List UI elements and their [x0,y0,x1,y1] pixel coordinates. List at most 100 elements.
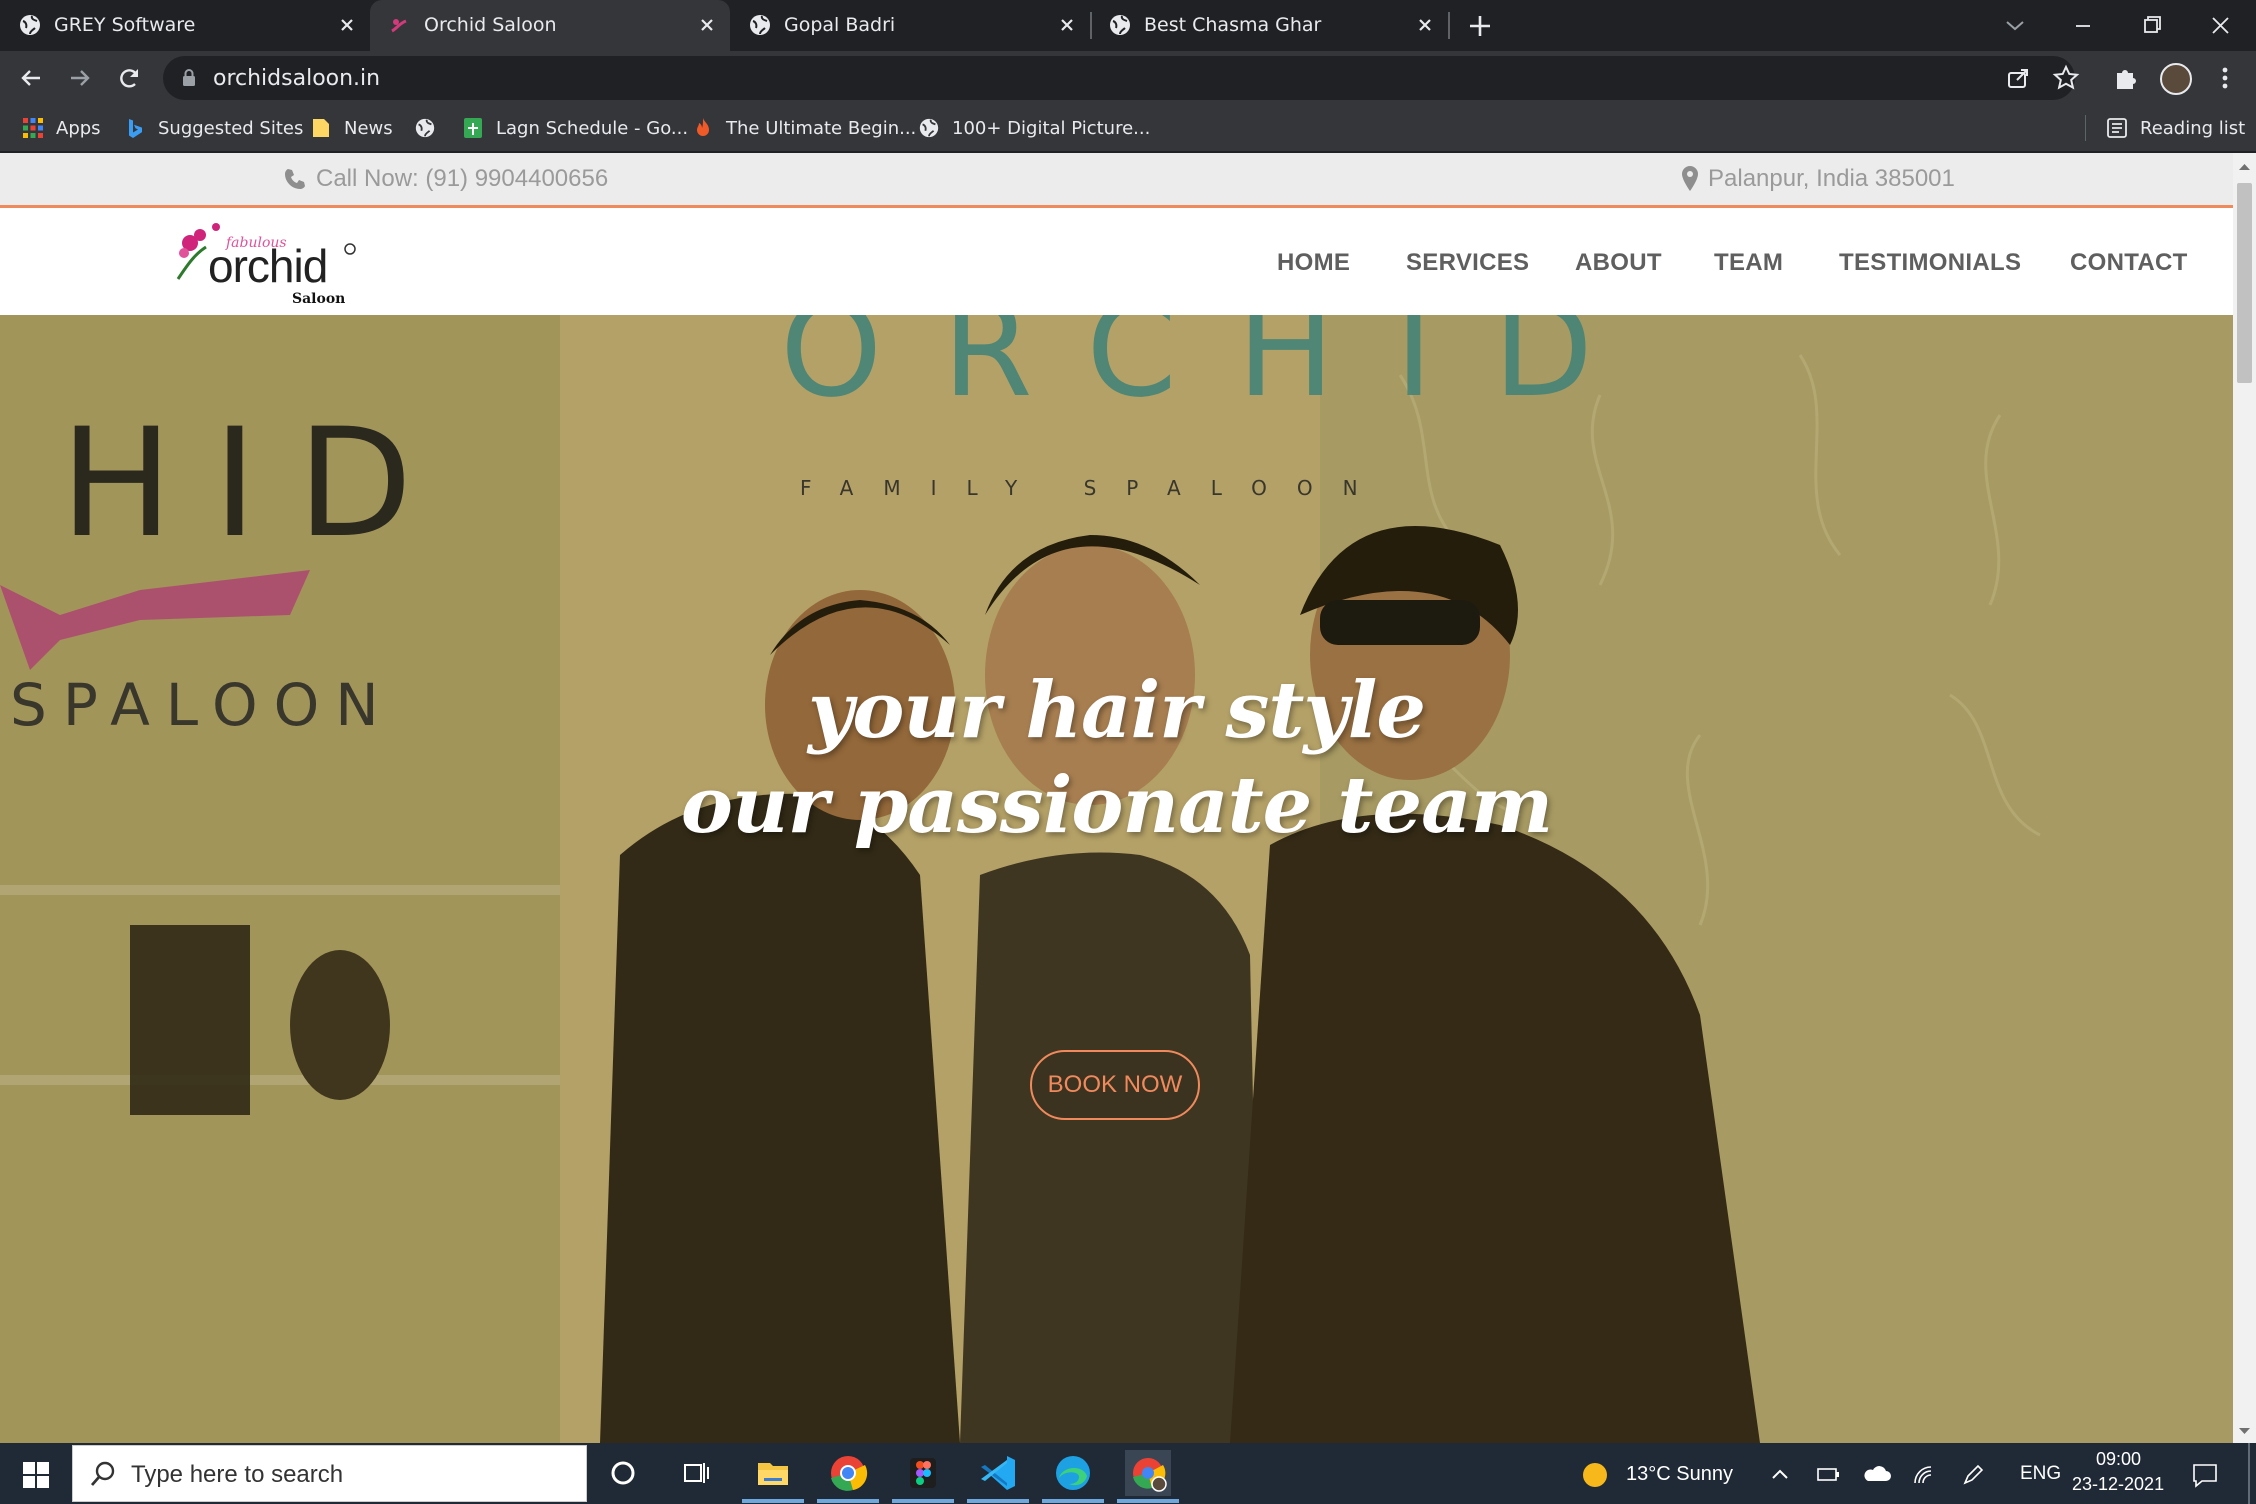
extensions-puzzle-icon[interactable] [2111,63,2141,93]
clock-date[interactable]: 23-12-2021 [2072,1474,2164,1495]
close-window-icon[interactable] [2200,8,2240,44]
bookmark-suggested-sites[interactable]: Suggested Sites [124,113,303,143]
bookmarks-bar: Apps Suggested Sites News Lagn Schedule … [0,105,2256,152]
restore-icon[interactable] [2132,8,2172,44]
browser-toolbar: orchidsaloon.in [0,51,2256,105]
hero-headline-line1: your hair style [808,665,1426,756]
tab-title: GREY Software [54,14,196,36]
globe-icon [1110,15,1130,35]
globe-icon [20,15,40,35]
cortana-icon[interactable] [600,1450,646,1496]
logo-orchid: orchid [208,240,328,292]
page-scrollbar[interactable] [2233,153,2256,1443]
reload-icon[interactable] [114,63,144,93]
bookmark-label: Suggested Sites [158,117,304,139]
scroll-up-arrow-icon[interactable] [2233,159,2256,175]
tab-best-chasma-ghar[interactable]: Best Chasma Ghar [1090,0,1448,51]
chrome-icon[interactable] [817,1450,879,1503]
location-text: Palanpur, India 385001 [1708,165,1955,192]
lock-icon[interactable] [181,68,197,88]
vscode-icon[interactable] [967,1450,1029,1503]
wifi-icon[interactable] [1912,1463,1938,1487]
pen-icon[interactable] [1960,1463,1986,1487]
tab-grey-software[interactable]: GREY Software [0,0,370,51]
taskbar-search-box[interactable]: Type here to search [72,1445,587,1502]
close-icon[interactable] [1412,12,1438,38]
address-bar[interactable]: orchidsaloon.in [163,56,2080,100]
back-arrow-icon[interactable] [16,63,46,93]
tab-orchid-saloon[interactable]: Orchid Saloon [370,0,730,51]
clock-time[interactable]: 09:00 [2096,1449,2141,1470]
edge-icon[interactable] [1042,1450,1104,1503]
nav-contact[interactable]: CONTACT [2070,249,2188,277]
tab-gopal-badri[interactable]: Gopal Badri [730,0,1090,51]
globe-icon [919,118,939,138]
bookmark-label: Lagn Schedule - Go... [496,117,689,139]
nav-about[interactable]: ABOUT [1575,249,1662,277]
weather-text[interactable]: 13°C Sunny [1626,1463,1733,1486]
reading-list-label: Reading list [2140,117,2246,139]
orchid-logo[interactable]: fabulous orchid Saloon [170,219,370,309]
nav-services[interactable]: SERVICES [1406,249,1529,277]
web-page: Call Now: (91) 9904400656 Palanpur, Indi… [0,153,2233,1443]
profile-avatar[interactable] [2160,63,2192,95]
onedrive-cloud-icon[interactable] [1862,1463,1892,1487]
new-tab-plus-icon[interactable] [1466,12,1494,40]
scrollbar-thumb[interactable] [2237,183,2252,383]
hero-banner: HID SPALOON ORCHID FAMILY SPALOON your h… [0,315,2233,1443]
call-now-text: Call Now: (91) 9904400656 [316,165,609,192]
share-icon[interactable] [2005,65,2031,91]
bookmark-label: News [344,117,393,139]
reading-list-button[interactable]: Reading list [2106,113,2245,143]
close-icon[interactable] [334,12,360,38]
book-now-button[interactable]: BOOK NOW [1030,1050,1200,1120]
flame-icon [697,118,709,136]
nav-testimonials[interactable]: TESTIMONIALS [1839,249,2021,277]
bookmark-divider [2085,115,2086,141]
windows-start-icon[interactable] [22,1461,50,1489]
globe-icon [415,118,435,138]
map-pin-icon [1682,166,1698,191]
forward-arrow-icon[interactable] [65,63,95,93]
search-icon [90,1461,115,1486]
bookmark-label: Apps [56,117,101,139]
minimize-icon[interactable] [2063,8,2103,44]
menu-kebab-icon[interactable] [2210,63,2240,93]
location: Palanpur, India 385001 [1680,165,1955,193]
bookmark-news[interactable]: News [310,113,393,143]
bookmark-label: The Ultimate Begin... [726,117,917,139]
bookmark-digital-picture[interactable]: 100+ Digital Picture... [918,113,1150,143]
taskbar-search-placeholder: Type here to search [131,1461,344,1488]
weather-sun-icon[interactable] [1580,1460,1610,1490]
bookmark-apps[interactable]: Apps [22,113,101,143]
scroll-down-arrow-icon[interactable] [2233,1423,2256,1439]
figma-icon[interactable] [892,1450,954,1503]
windows-taskbar: Type here to search 13°C Sunny ENG 09:00… [0,1443,2256,1504]
tab-title: Gopal Badri [784,14,896,36]
tab-title: Orchid Saloon [424,14,557,36]
call-now[interactable]: Call Now: (91) 9904400656 [282,165,608,193]
bookmark-globe[interactable] [414,113,448,143]
orchid-favicon-icon [391,19,407,33]
input-language[interactable]: ENG [2020,1463,2061,1485]
nav-home[interactable]: HOME [1277,249,1350,277]
globe-icon [750,15,770,35]
notification-center-icon[interactable] [2190,1461,2220,1489]
tab-search-chevron-icon[interactable] [1995,8,2035,44]
tray-chevron-up-icon[interactable] [1768,1463,1792,1487]
close-icon[interactable] [1054,12,1080,38]
tab-separator [1448,12,1450,39]
task-view-icon[interactable] [672,1450,718,1496]
bookmark-ultimate-begin[interactable]: The Ultimate Begin... [692,113,916,143]
close-icon[interactable] [694,12,720,38]
file-explorer-icon[interactable] [742,1450,804,1503]
chrome-profile-icon[interactable] [1117,1450,1179,1503]
url-text[interactable]: orchidsaloon.in [213,66,380,91]
bookmark-lagn-schedule[interactable]: Lagn Schedule - Go... [462,113,688,143]
battery-icon[interactable] [1814,1463,1842,1487]
bookmark-star-icon[interactable] [2052,64,2080,92]
bookmark-label: 100+ Digital Picture... [952,117,1151,139]
show-desktop-strip[interactable] [2248,1443,2250,1504]
nav-team[interactable]: TEAM [1714,249,1783,277]
tab-title: Best Chasma Ghar [1144,14,1322,36]
